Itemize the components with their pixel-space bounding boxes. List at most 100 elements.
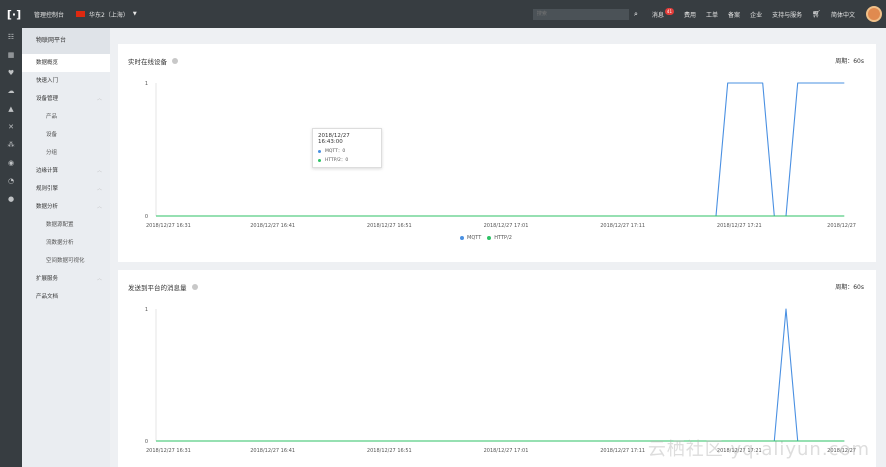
- sidebar-item[interactable]: 分组: [22, 144, 110, 162]
- sidebar-item-label: 快速入门: [36, 78, 59, 84]
- sidebar-item[interactable]: 扩展服务 ︿: [22, 270, 110, 288]
- nav-messages-label: 消息: [651, 11, 664, 19]
- search-input[interactable]: [532, 8, 629, 20]
- sidebar-item-label: 数据分析: [36, 204, 59, 210]
- search-icon[interactable]: ⌕: [629, 9, 643, 20]
- y-tick-label: 1: [145, 81, 148, 87]
- sidebar-item-label: 分组: [46, 150, 58, 156]
- legend-item-mqtt[interactable]: MQTT: [460, 235, 481, 241]
- y-tick-label: 0: [145, 439, 148, 445]
- nav-billing[interactable]: 费用: [684, 10, 696, 19]
- x-tick-label: 2018/12/27: [827, 223, 856, 229]
- sidebar-item-label: 边缘计算: [36, 168, 59, 174]
- x-tick-label: 2018/12/27 17:01: [484, 223, 529, 229]
- sidebar-item-label: 设备管理: [36, 96, 59, 102]
- y-tick-label: 1: [145, 307, 148, 313]
- sidebar-item-label: 流数据分析: [46, 240, 74, 246]
- online-devices-panel: 实时在线设备 周期：60s 0 1 2018/12/27 16:31 2018/12/…: [118, 44, 876, 262]
- sidebar-item[interactable]: 产品: [22, 108, 110, 126]
- http2-dot-icon: [318, 158, 321, 162]
- sidebar-item[interactable]: 设备管理 ︿: [22, 90, 110, 108]
- sidebar-item[interactable]: 设备: [22, 126, 110, 144]
- sidebar-item-label: 规则引擎: [36, 186, 59, 192]
- sidebar-item[interactable]: 快速入门: [22, 72, 110, 90]
- language-selector[interactable]: 简体中文: [831, 10, 855, 19]
- sidebar-item[interactable]: 空间数据可视化: [22, 252, 110, 270]
- cart-icon[interactable]: 🛒︎: [812, 10, 821, 18]
- chart-legend: MQTT HTTP/2: [460, 235, 518, 241]
- x-tick-label: 2018/12/27 16:31: [146, 448, 191, 454]
- x-tick-label: 2018/12/27 16:31: [146, 223, 191, 229]
- china-flag-icon: [76, 11, 86, 17]
- pie-chart-icon[interactable]: ◔: [0, 172, 22, 190]
- sidebar-item-label: 扩展服务: [36, 276, 59, 282]
- legend-http2-dot-icon: [487, 236, 492, 240]
- x-tick-label: 2018/12/27 17:01: [484, 448, 529, 454]
- sidebar-item-label: 空间数据可视化: [46, 258, 85, 264]
- chevron-down-icon: ▼: [132, 11, 137, 17]
- sidebar-item-label: 数据概览: [36, 60, 59, 66]
- x-tick-label: 2018/12/27 16:41: [250, 448, 295, 454]
- circle-icon[interactable]: ●: [0, 190, 22, 208]
- chevron-icon: ︿: [96, 96, 102, 102]
- y-tick-label: 0: [145, 214, 148, 220]
- avatar[interactable]: [866, 6, 882, 22]
- x-tick-label: 2018/12/27 17:21: [717, 223, 762, 229]
- legend-http2-label: HTTP/2: [494, 235, 512, 241]
- online-devices-chart[interactable]: 0 1 2018/12/27 16:31 2018/12/27 16:41 2018/1…: [118, 44, 876, 262]
- sidebar-item-label: 产品: [46, 114, 58, 120]
- tooltip-mqtt-value: MQTT：0: [325, 149, 346, 154]
- sidebar-item[interactable]: 数据源配置: [22, 216, 110, 234]
- sidebar-title: 物联网平台: [22, 28, 110, 54]
- sidebar-item-label: 产品文档: [36, 294, 59, 300]
- nav-tickets[interactable]: 工单: [706, 10, 718, 19]
- chevron-icon: ︿: [96, 168, 102, 174]
- shield-icon[interactable]: ♥: [0, 64, 22, 82]
- tooltip-row-http2: HTTP/2：0: [318, 157, 376, 163]
- tooltip-row-mqtt: MQTT：0: [318, 148, 376, 154]
- x-tick-label: 2018/12/27 16:51: [367, 448, 412, 454]
- chevron-icon: ︿: [96, 204, 102, 210]
- sidebar-item[interactable]: 数据分析 ︿: [22, 198, 110, 216]
- nav-enterprise[interactable]: 企业: [750, 10, 762, 19]
- x-tick-label: 2018/12/27 17:11: [600, 448, 645, 454]
- chevron-icon: ︿: [96, 186, 102, 192]
- nav-icp-filing[interactable]: 备案: [728, 10, 740, 19]
- nav-support[interactable]: 支持与服务: [772, 10, 802, 19]
- console-link[interactable]: 管理控制台: [34, 10, 64, 19]
- chevron-icon: ︿: [96, 276, 102, 282]
- region-selector[interactable]: 华东2（上海） ▼: [76, 10, 137, 19]
- sidebar-item[interactable]: 产品文档: [22, 288, 110, 306]
- network-icon[interactable]: ⁂: [0, 136, 22, 154]
- legend-mqtt-dot-icon: [460, 236, 464, 240]
- sidebar-item-label: 数据源配置: [46, 222, 74, 228]
- sidebar-item-label: 设备: [46, 132, 58, 138]
- nav-messages[interactable]: 消息 41: [651, 7, 675, 19]
- tooltip-http2-value: HTTP/2：0: [325, 158, 349, 163]
- sidebar: 物联网平台 数据概览快速入门设备管理 ︿ 产品设备分组边缘计算 ︿ 规则引擎 ︿ 数据分析 ︿…: [22, 28, 110, 467]
- cloud-icon[interactable]: ☁: [0, 82, 22, 100]
- x-tick-label: 2018/12/27 16:51: [367, 223, 412, 229]
- sidebar-item[interactable]: 规则引擎 ︿: [22, 180, 110, 198]
- series-line-mqtt: [156, 82, 845, 217]
- aliyun-logo-icon[interactable]: [·]: [0, 0, 28, 28]
- top-navigation-bar: [·] 管理控制台 华东2（上海） ▼ ⌕ 消息 41 费用 工单 备案 企业 …: [0, 0, 886, 28]
- cloud-upload-icon[interactable]: ▲: [0, 100, 22, 118]
- legend-item-http2[interactable]: HTTP/2: [487, 235, 512, 241]
- server-icon[interactable]: ▦: [0, 46, 22, 64]
- grid-icon[interactable]: ☷: [0, 28, 22, 46]
- series-line-mqtt: [156, 308, 845, 442]
- sidebar-item[interactable]: 流数据分析: [22, 234, 110, 252]
- chart-tooltip: 2018/12/27 16:43:00 MQTT：0 HTTP/2：0: [312, 128, 382, 168]
- product-icon-rail: ☷ ▦ ♥ ☁ ▲ ✕ ⁂ ◉ ◔ ●: [0, 28, 22, 467]
- globe-icon[interactable]: ◉: [0, 154, 22, 172]
- cross-icon[interactable]: ✕: [0, 118, 22, 136]
- x-tick-label: 2018/12/27 16:41: [250, 223, 295, 229]
- legend-mqtt-label: MQTT: [467, 235, 482, 241]
- sidebar-item[interactable]: 数据概览: [22, 54, 110, 72]
- mqtt-dot-icon: [318, 149, 321, 153]
- sidebar-item[interactable]: 边缘计算 ︿: [22, 162, 110, 180]
- region-label: 华东2（上海）: [89, 11, 129, 19]
- tooltip-time: 2018/12/27 16:43:00: [318, 133, 350, 145]
- watermark: 云栖社区 yq.aliyun.com: [647, 439, 870, 460]
